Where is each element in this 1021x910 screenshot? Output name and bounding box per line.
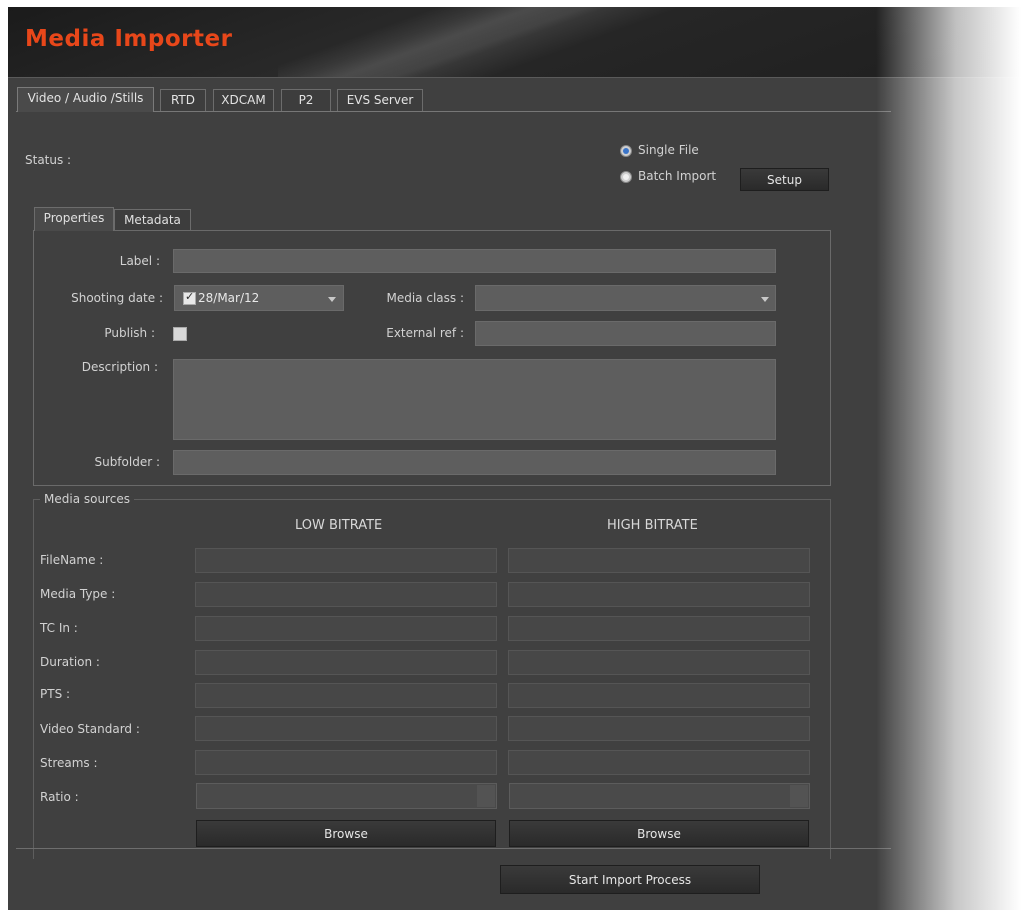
pts-label: PTS : bbox=[40, 687, 71, 701]
title-bar-decoration bbox=[278, 7, 618, 77]
video-standard-label: Video Standard : bbox=[40, 722, 140, 736]
media-class-select[interactable] bbox=[475, 285, 776, 311]
filename-low-field bbox=[195, 548, 497, 573]
pts-high-field bbox=[508, 683, 810, 708]
duration-label: Duration : bbox=[40, 655, 100, 669]
tab-p2[interactable]: P2 bbox=[281, 89, 331, 111]
video-standard-low-field bbox=[195, 716, 497, 741]
subfolder-label: Subfolder : bbox=[94, 455, 160, 469]
single-file-label[interactable]: Single File bbox=[638, 143, 699, 157]
tab-rtd[interactable]: RTD bbox=[160, 89, 206, 111]
start-import-button[interactable]: Start Import Process bbox=[500, 865, 760, 894]
tc-in-high-field bbox=[508, 616, 810, 641]
pts-low-field bbox=[195, 683, 497, 708]
chevron-down-icon[interactable] bbox=[761, 297, 769, 302]
app-title: Media Importer bbox=[25, 26, 233, 52]
streams-label: Streams : bbox=[40, 756, 98, 770]
radio-selected-dot bbox=[623, 148, 629, 154]
description-textarea[interactable] bbox=[173, 359, 776, 440]
high-bitrate-header: HIGH BITRATE bbox=[607, 518, 698, 533]
media-importer-window: Media Importer Video / Audio /Stills RTD… bbox=[8, 7, 1021, 910]
tab-properties[interactable]: Properties bbox=[34, 207, 114, 231]
browse-high-button[interactable]: Browse bbox=[509, 820, 809, 847]
streams-low-field bbox=[195, 750, 497, 775]
duration-high-field bbox=[508, 650, 810, 675]
right-edge-fade bbox=[876, 7, 1021, 910]
media-type-high-field bbox=[508, 582, 810, 607]
shooting-date-value: 28/Mar/12 bbox=[198, 291, 260, 305]
media-class-label: Media class : bbox=[386, 291, 464, 305]
tc-in-label: TC In : bbox=[40, 621, 78, 635]
low-bitrate-header: LOW BITRATE bbox=[295, 518, 383, 533]
label-field-label: Label : bbox=[119, 254, 160, 268]
tab-xdcam[interactable]: XDCAM bbox=[213, 89, 274, 111]
setup-button[interactable]: Setup bbox=[740, 168, 829, 191]
tab-metadata[interactable]: Metadata bbox=[114, 209, 191, 231]
description-label: Description : bbox=[81, 360, 158, 374]
checkmark-icon: ✓ bbox=[185, 290, 195, 303]
batch-import-radio[interactable] bbox=[620, 171, 632, 183]
shooting-date-picker[interactable]: ✓ 28/Mar/12 bbox=[174, 285, 344, 311]
external-ref-input[interactable] bbox=[475, 321, 776, 346]
status-label: Status : bbox=[25, 153, 72, 167]
media-sources-legend: Media sources bbox=[40, 492, 134, 506]
external-ref-label: External ref : bbox=[386, 326, 464, 340]
shooting-date-checkbox[interactable]: ✓ bbox=[183, 290, 196, 305]
tc-in-low-field bbox=[195, 616, 497, 641]
media-type-low-field bbox=[195, 582, 497, 607]
duration-low-field bbox=[195, 650, 497, 675]
title-bar: Media Importer bbox=[8, 7, 1021, 78]
bottom-divider bbox=[16, 848, 891, 849]
batch-import-label[interactable]: Batch Import bbox=[638, 169, 716, 183]
label-input[interactable] bbox=[173, 249, 776, 273]
subfolder-input[interactable] bbox=[173, 450, 776, 475]
publish-checkbox[interactable] bbox=[173, 327, 187, 341]
filename-high-field bbox=[508, 548, 810, 573]
ratio-high-spinner[interactable] bbox=[790, 785, 808, 807]
tab-evs-server[interactable]: EVS Server bbox=[337, 89, 423, 111]
radio-empty-dot bbox=[623, 174, 629, 180]
single-file-radio[interactable] bbox=[620, 145, 632, 157]
ratio-label: Ratio : bbox=[40, 790, 79, 804]
ratio-low-spinner[interactable] bbox=[477, 785, 495, 807]
publish-label: Publish : bbox=[104, 326, 155, 340]
media-type-label: Media Type : bbox=[40, 587, 116, 601]
tab-video-audio-stills[interactable]: Video / Audio /Stills bbox=[17, 87, 154, 112]
video-standard-high-field bbox=[508, 716, 810, 741]
browse-low-button[interactable]: Browse bbox=[196, 820, 496, 847]
chevron-down-icon[interactable] bbox=[328, 297, 336, 302]
shooting-date-label: Shooting date : bbox=[71, 291, 163, 305]
ratio-high-field bbox=[509, 783, 810, 809]
filename-label: FileName : bbox=[40, 553, 104, 567]
ratio-low-field bbox=[196, 783, 497, 809]
streams-high-field bbox=[508, 750, 810, 775]
